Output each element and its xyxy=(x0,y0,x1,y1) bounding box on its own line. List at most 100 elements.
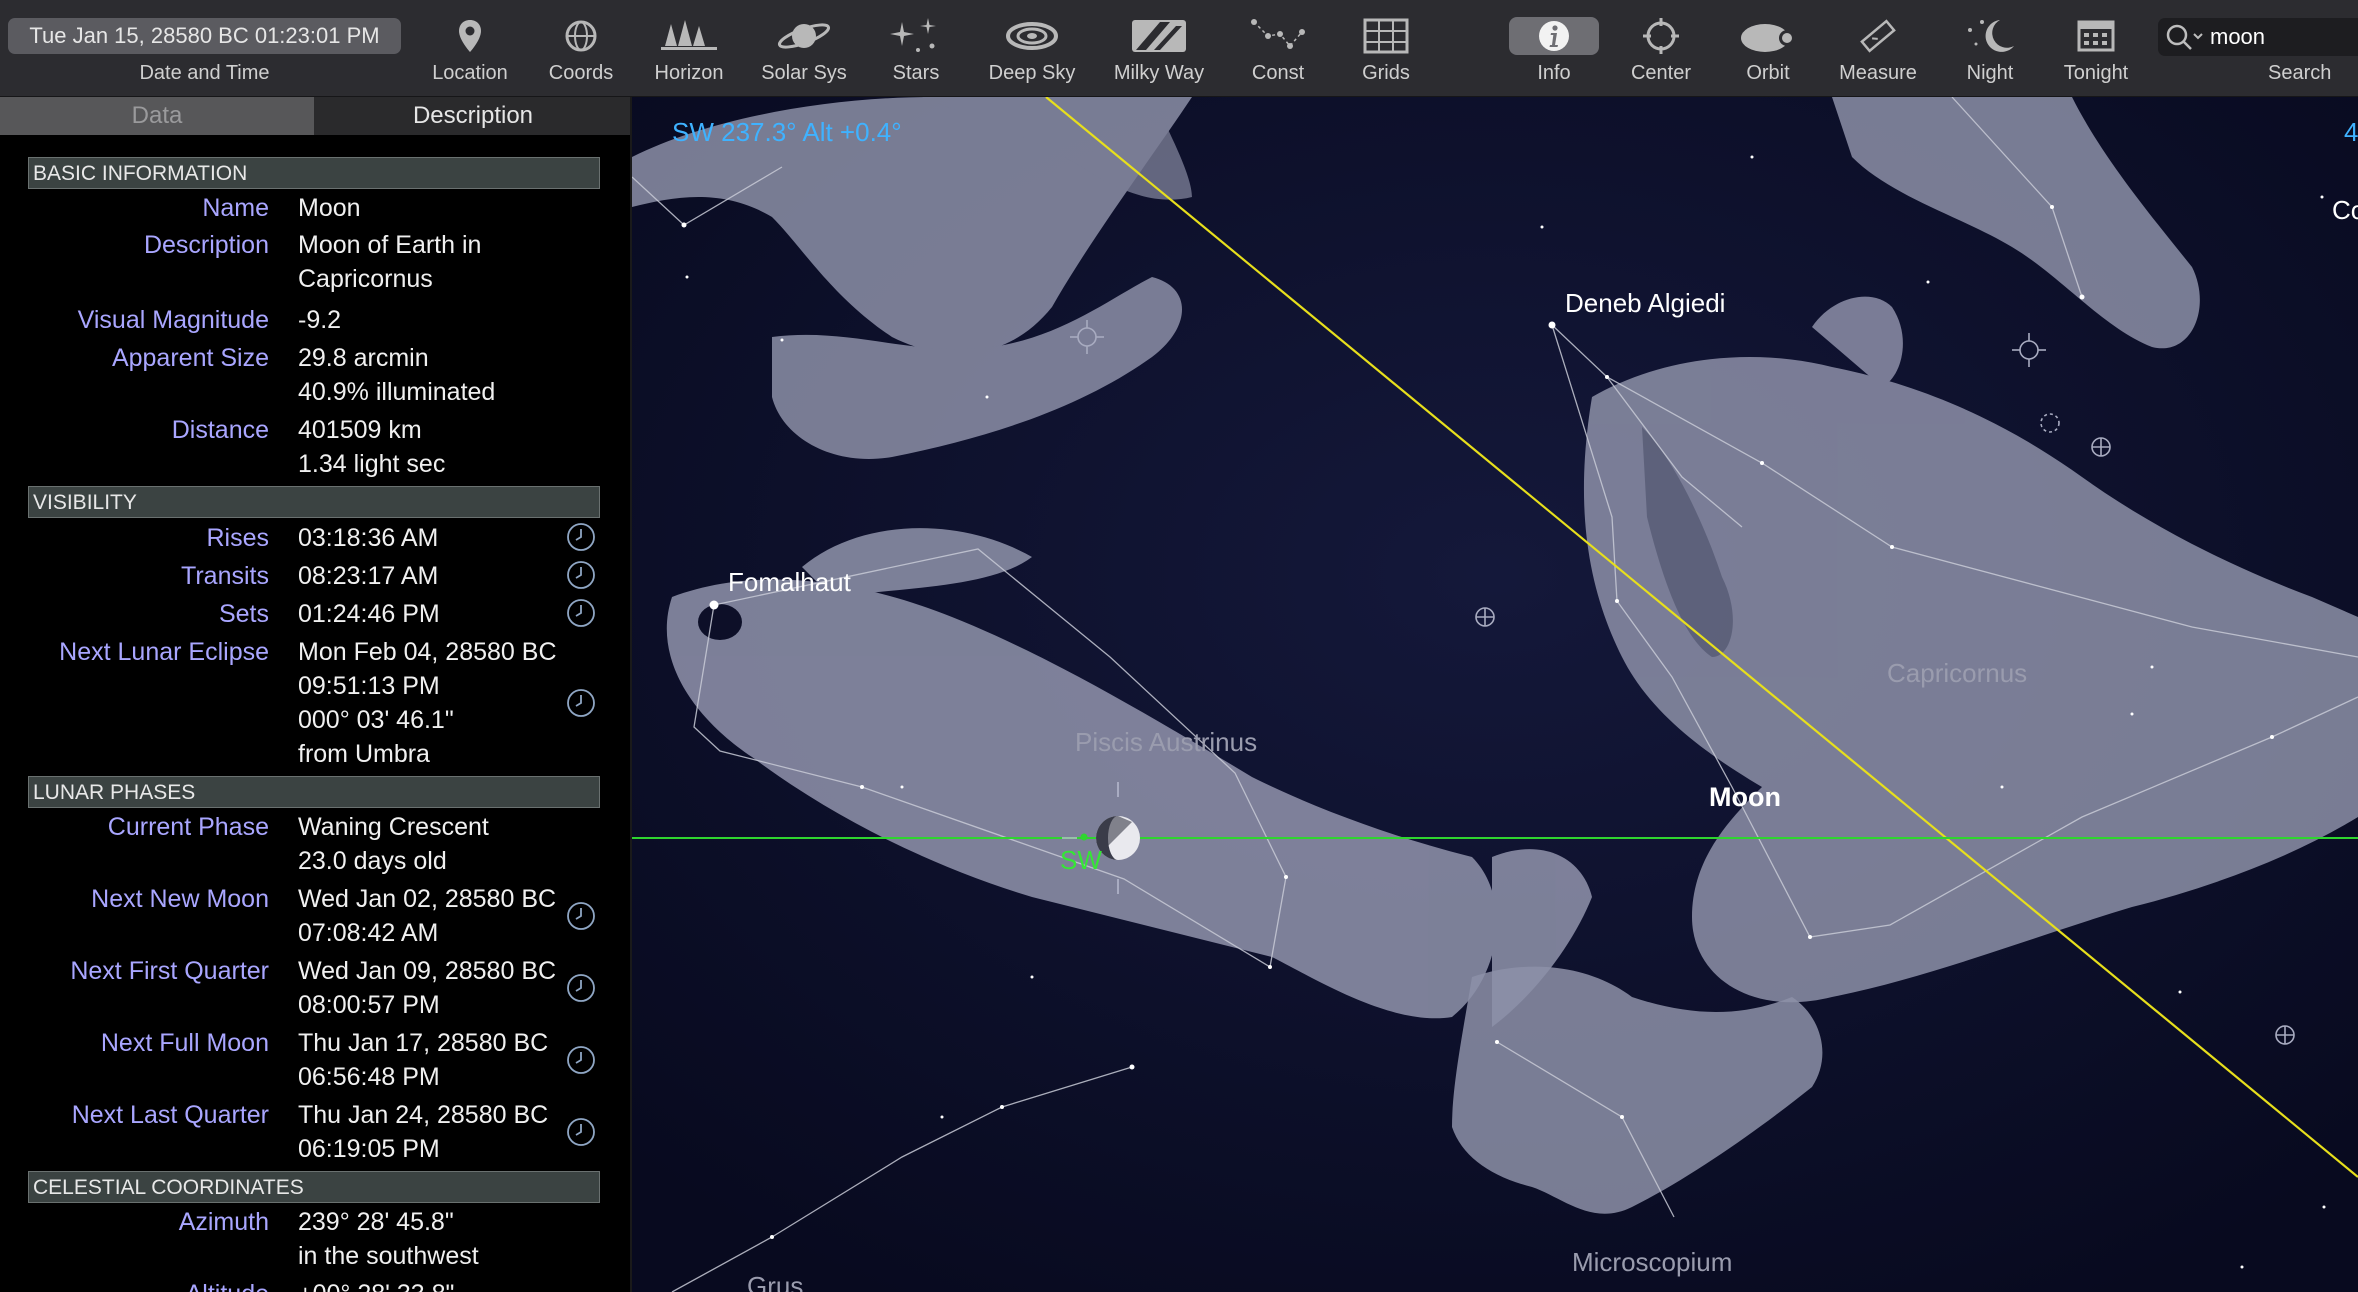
search-label: Search xyxy=(2268,62,2332,84)
star xyxy=(2150,665,2154,669)
value-description-2: Capricornus xyxy=(298,265,433,293)
star xyxy=(1030,975,1034,979)
label-moon[interactable]: Moon xyxy=(1709,782,1781,813)
star xyxy=(770,1235,774,1239)
eclipse-clock-icon[interactable] xyxy=(566,688,596,718)
sky-canvas[interactable] xyxy=(632,97,2358,1292)
view-readout: SW 237.3° Alt +0.4° xyxy=(672,117,902,147)
label-sets: Sets xyxy=(218,600,269,628)
value-eclipse-source: from Umbra xyxy=(298,740,430,768)
datetime-field[interactable]: Tue Jan 15, 28580 BC 01:23:01 PM xyxy=(8,18,401,54)
location-pin-icon xyxy=(459,20,481,52)
cluster-marker-icon xyxy=(1475,607,1495,627)
new-moon-clock-icon[interactable] xyxy=(566,901,596,931)
star xyxy=(900,785,904,789)
label-right-edge: Co xyxy=(2332,195,2358,225)
star xyxy=(1495,1040,1499,1044)
star xyxy=(1605,375,1609,379)
label-fomalhaut[interactable]: Fomalhaut xyxy=(728,567,851,598)
value-first-quarter-time: 08:00:57 PM xyxy=(298,991,440,1019)
grids-button[interactable]: Grids xyxy=(1330,0,1442,96)
sets-clock-icon[interactable] xyxy=(566,598,596,628)
orbit-icon xyxy=(1741,24,1795,52)
milky-way-button[interactable]: Milky Way xyxy=(1103,0,1215,96)
rises-clock-icon[interactable] xyxy=(566,522,596,552)
tab-data[interactable]: Data xyxy=(0,97,314,135)
label-altitude: Altitude xyxy=(186,1277,269,1292)
value-altitude: +00° 28' 33.8" xyxy=(298,1277,454,1292)
label-next-first-quarter: Next First Quarter xyxy=(70,957,269,985)
sky-view[interactable]: SW 237.3° Alt +0.4° 4 Co Deneb Algiedi F… xyxy=(632,97,2358,1292)
label-next-full-moon: Next Full Moon xyxy=(100,1029,269,1057)
search-input[interactable]: moon xyxy=(2158,18,2358,56)
calendar-icon xyxy=(2077,20,2115,52)
label-next-lunar-eclipse: Next Lunar Eclipse xyxy=(59,638,269,666)
info-panel: Data Description BASIC INFORMATION Name … xyxy=(0,97,632,1292)
star xyxy=(2000,785,2004,789)
star xyxy=(2178,990,2182,994)
star xyxy=(2130,712,2134,716)
tab-description[interactable]: Description xyxy=(316,97,630,135)
star xyxy=(1750,155,1754,159)
first-quarter-clock-icon[interactable] xyxy=(566,973,596,1003)
star-fomalhaut xyxy=(709,600,719,610)
grids-label: Grids xyxy=(1362,62,1410,84)
info-icon xyxy=(1539,21,1569,51)
label-deneb-algiedi[interactable]: Deneb Algiedi xyxy=(1565,288,1725,319)
value-sets: 01:24:46 PM xyxy=(298,600,440,628)
search-icon xyxy=(2166,24,2203,50)
star xyxy=(1760,461,1764,465)
sw-horizon-marker xyxy=(1080,833,1088,841)
label-capricornus[interactable]: Capricornus xyxy=(1887,658,2027,689)
star xyxy=(1540,225,1544,229)
galaxy-spiral-icon xyxy=(1006,22,1058,50)
star xyxy=(2322,1205,2326,1209)
search-value: moon xyxy=(2210,24,2266,49)
label-next-last-quarter: Next Last Quarter xyxy=(71,1101,269,1129)
star xyxy=(2240,1265,2244,1269)
milky-way-icon xyxy=(1132,20,1186,52)
tonight-button[interactable]: Tonight xyxy=(2040,0,2152,96)
transits-clock-icon[interactable] xyxy=(566,560,596,590)
value-last-quarter-time: 06:19:05 PM xyxy=(298,1135,440,1163)
value-apparent-size: 29.8 arcmin xyxy=(298,344,429,372)
value-azimuth-direction: in the southwest xyxy=(298,1242,479,1270)
value-eclipse-date: Mon Feb 04, 28580 BC xyxy=(298,638,557,666)
grid-icon xyxy=(1363,18,1409,54)
panel-tabs: Data Description xyxy=(0,97,630,135)
star xyxy=(1284,875,1288,879)
value-transits: 08:23:17 AM xyxy=(298,562,439,590)
label-grus[interactable]: Grus xyxy=(747,1271,803,1292)
section-basic-information: BASIC INFORMATION xyxy=(28,157,600,189)
star xyxy=(2270,735,2274,739)
deep-sky-button[interactable]: Deep Sky xyxy=(976,0,1088,96)
value-full-moon-date: Thu Jan 17, 28580 BC xyxy=(298,1029,549,1057)
label-microscopium[interactable]: Microscopium xyxy=(1572,1247,1732,1278)
label-rises: Rises xyxy=(206,524,269,552)
star xyxy=(940,1115,944,1119)
last-quarter-clock-icon[interactable] xyxy=(566,1117,596,1147)
star xyxy=(2050,205,2054,209)
star xyxy=(1129,1064,1135,1070)
planet-saturn-icon xyxy=(777,23,831,49)
value-description: Moon of Earth in xyxy=(298,231,482,259)
star xyxy=(1620,1115,1624,1119)
horizon-trees-icon xyxy=(661,20,717,50)
value-illuminated: 40.9% illuminated xyxy=(298,378,496,406)
value-phase-age: 23.0 days old xyxy=(298,847,447,875)
label-transits: Transits xyxy=(181,562,269,590)
tonight-label: Tonight xyxy=(2063,62,2129,84)
value-full-moon-time: 06:56:48 PM xyxy=(298,1063,440,1091)
star xyxy=(1268,965,1272,969)
full-moon-clock-icon[interactable] xyxy=(566,1045,596,1075)
label-piscis-austrinus[interactable]: Piscis Austrinus xyxy=(1075,727,1257,758)
value-visual-magnitude: -9.2 xyxy=(298,306,342,334)
section-lunar-phases: LUNAR PHASES xyxy=(28,776,600,808)
star xyxy=(1926,280,1930,284)
label-current-phase: Current Phase xyxy=(107,813,269,841)
cluster-marker-icon xyxy=(2275,1025,2295,1045)
star xyxy=(2079,294,2085,300)
star xyxy=(681,222,687,228)
star xyxy=(685,275,689,279)
value-current-phase: Waning Crescent xyxy=(298,813,489,841)
